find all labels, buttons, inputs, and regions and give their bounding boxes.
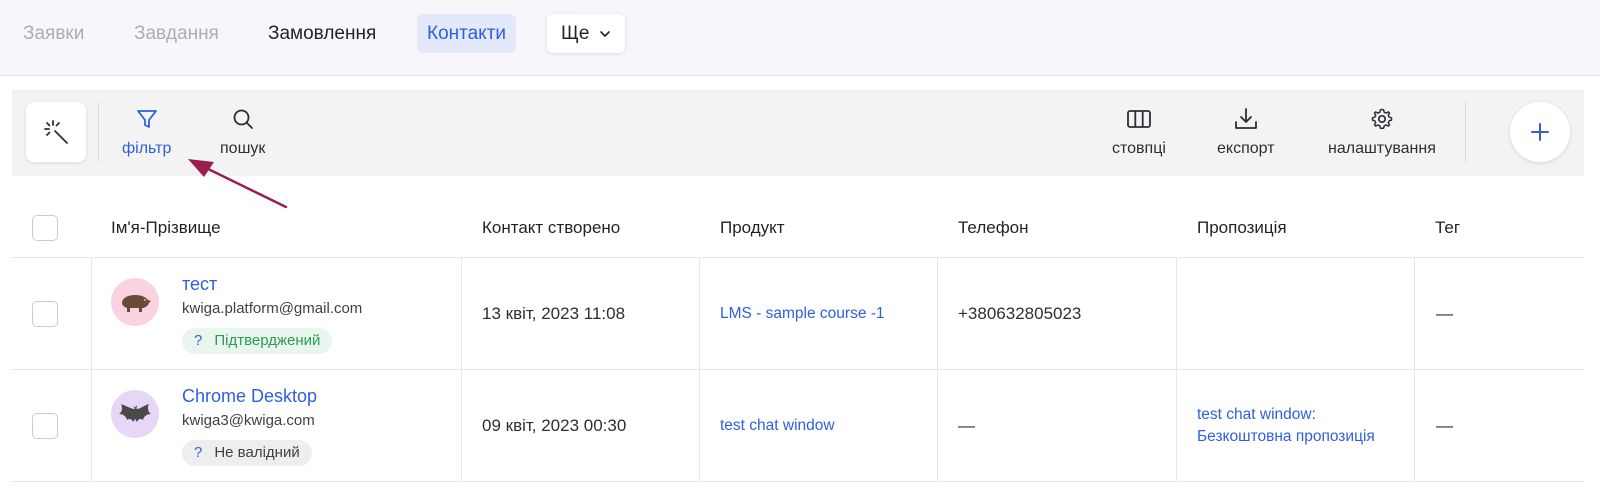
table-row[interactable]: тест kwiga.platform@gmail.com ? Підтвердж… — [12, 258, 1584, 370]
plus-icon — [1531, 123, 1549, 141]
export-label: експорт — [1217, 140, 1275, 157]
gear-icon — [1369, 106, 1395, 132]
chevron-down-icon — [600, 30, 611, 37]
status-text: Не валідний — [214, 444, 300, 461]
export-button[interactable]: експорт — [1217, 106, 1275, 158]
columns-icon — [1126, 106, 1152, 132]
column-divider — [699, 258, 700, 370]
search-icon — [230, 106, 256, 132]
column-divider — [1176, 258, 1177, 370]
column-divider — [699, 370, 700, 482]
header-offer[interactable]: Пропозиція — [1197, 218, 1287, 238]
contact-name-link[interactable]: Chrome Desktop — [182, 386, 317, 407]
column-divider — [1414, 370, 1415, 482]
tab-tasks[interactable]: Завдання — [124, 14, 229, 53]
more-dropdown[interactable]: Ще — [547, 14, 626, 53]
status-badge: ? Не валідний — [182, 440, 312, 466]
bat-avatar-icon — [119, 404, 151, 422]
settings-label: налаштування — [1328, 140, 1436, 157]
more-label: Ще — [561, 23, 590, 44]
column-divider — [937, 370, 938, 482]
column-divider — [1176, 370, 1177, 482]
toolbar-divider — [98, 102, 99, 162]
tab-contacts[interactable]: Контакти — [417, 14, 517, 53]
offer-link-line2[interactable]: Безкоштовна пропозиція — [1197, 428, 1375, 446]
download-icon — [1233, 106, 1259, 132]
offer-link-line1[interactable]: test chat window: — [1197, 406, 1316, 424]
tag-value: — — [1436, 416, 1453, 435]
header-product[interactable]: Продукт — [720, 218, 785, 238]
column-divider — [91, 370, 92, 482]
add-contact-button[interactable] — [1510, 102, 1570, 162]
contact-email: kwiga3@kwiga.com — [182, 412, 315, 429]
status-help-mark[interactable]: ? — [194, 444, 202, 461]
tag-value: — — [1436, 304, 1453, 323]
row-checkbox[interactable] — [32, 413, 58, 439]
top-navigation: Заявки Завдання Замовлення Контакти Ще — [0, 0, 1600, 76]
columns-button[interactable]: стовпці — [1112, 106, 1166, 158]
magic-wand-icon — [44, 120, 68, 144]
contact-name-link[interactable]: тест — [182, 274, 217, 295]
toolbar-divider — [1465, 102, 1466, 162]
phone-number: +380632805023 — [958, 304, 1082, 323]
column-divider — [937, 258, 938, 370]
row-checkbox[interactable] — [32, 301, 58, 327]
phone-number: — — [958, 416, 975, 435]
settings-button[interactable]: налаштування — [1328, 106, 1436, 158]
product-link[interactable]: LMS - sample course -1 — [720, 305, 885, 323]
filter-button[interactable]: фільтр — [122, 106, 171, 158]
created-date: 09 квіт, 2023 00:30 — [482, 416, 627, 435]
status-text: Підтверджений — [214, 332, 321, 349]
avatar — [111, 390, 159, 438]
magic-wand-button[interactable] — [26, 102, 86, 162]
product-link[interactable]: test chat window — [720, 417, 835, 435]
filter-label: фільтр — [122, 140, 172, 157]
table-header: Ім'я-Прізвище Контакт створено Продукт Т… — [12, 200, 1584, 258]
filter-icon — [134, 106, 160, 132]
columns-label: стовпці — [1112, 140, 1166, 157]
tab-orders[interactable]: Замовлення — [258, 14, 386, 53]
header-created[interactable]: Контакт створено — [482, 218, 620, 238]
table-row[interactable]: Chrome Desktop kwiga3@kwiga.com ? Не валі… — [12, 370, 1584, 482]
created-date: 13 квіт, 2023 11:08 — [482, 304, 626, 323]
select-all-checkbox[interactable] — [32, 215, 58, 241]
column-divider — [461, 370, 462, 482]
column-divider — [461, 258, 462, 370]
header-phone[interactable]: Телефон — [958, 218, 1029, 238]
status-help-mark[interactable]: ? — [194, 332, 202, 349]
header-name[interactable]: Ім'я-Прізвище — [111, 218, 221, 238]
boar-avatar-icon — [122, 295, 151, 312]
column-divider — [91, 258, 92, 370]
contact-email: kwiga.platform@gmail.com — [182, 300, 363, 317]
column-divider — [1414, 258, 1415, 370]
avatar — [111, 278, 159, 326]
tab-requests[interactable]: Заявки — [13, 14, 94, 53]
header-tag[interactable]: Тег — [1435, 218, 1460, 238]
status-badge: ? Підтверджений — [182, 328, 333, 354]
